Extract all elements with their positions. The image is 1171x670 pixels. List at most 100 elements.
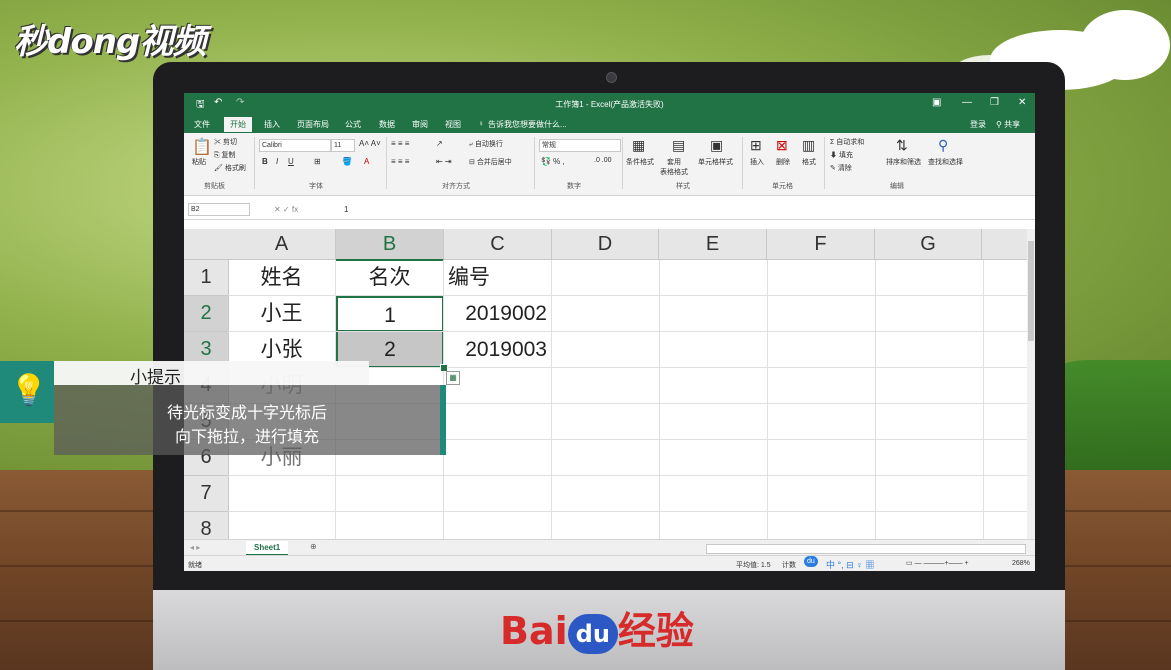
ribbon-home: 📋 粘贴 ✂ 剪切 ⎘ 复制 🖌 格式刷 剪贴板 Calibri 11 A˄ A… <box>184 133 1035 196</box>
cell-styles-button[interactable]: 单元格样式 <box>698 157 733 167</box>
tab-view[interactable]: 视图 <box>445 119 461 130</box>
select-all-corner[interactable] <box>184 229 229 260</box>
tab-data[interactable]: 数据 <box>379 119 395 130</box>
column-header-b[interactable]: B <box>336 229 444 261</box>
find-select-icon[interactable]: ⚲ <box>938 137 948 154</box>
paste-button[interactable]: 粘贴 <box>192 157 206 167</box>
table-format-button[interactable]: 套用 表格格式 <box>660 157 688 177</box>
tip-title-bar: 小提示 <box>54 361 369 388</box>
zoom-level[interactable]: 268% <box>1012 560 1030 567</box>
ribbon-display-icon[interactable]: ▣ <box>932 97 941 108</box>
ime-du-icon[interactable]: du <box>804 556 818 567</box>
delete-cells-icon[interactable]: ⊠ <box>776 137 788 154</box>
currency-icon[interactable]: 💱 % , <box>541 157 565 166</box>
row-header-1[interactable]: 1 <box>184 260 229 296</box>
wrap-text-button[interactable]: ⤶ 自动换行 <box>469 139 503 149</box>
format-cells-icon[interactable]: ▥ <box>802 137 815 154</box>
row-header-2[interactable]: 2 <box>184 296 229 332</box>
cell-b1[interactable]: 名次 <box>336 260 444 296</box>
share-button[interactable]: ⚲ 共享 <box>996 119 1020 130</box>
group-clipboard: 剪贴板 <box>204 183 225 190</box>
tab-formulas[interactable]: 公式 <box>345 119 361 130</box>
cut-button[interactable]: ✂ 剪切 <box>214 137 237 147</box>
format-painter-button[interactable]: 🖌 格式刷 <box>214 163 246 173</box>
minimize-icon[interactable]: — <box>962 97 972 108</box>
font-color-icon[interactable]: A <box>364 157 369 166</box>
underline-button[interactable]: U <box>288 157 294 166</box>
formula-input[interactable]: 1 <box>344 205 348 214</box>
delete-cells-button[interactable]: 删除 <box>776 157 790 167</box>
cell-b2[interactable]: 1 <box>336 296 444 332</box>
horizontal-scrollbar[interactable] <box>706 544 1026 554</box>
name-box[interactable]: B2 <box>188 203 250 216</box>
bold-button[interactable]: B <box>262 157 268 166</box>
clear-button[interactable]: ✎ 清除 <box>830 163 852 173</box>
column-header-a[interactable]: A <box>228 229 336 260</box>
insert-cells-button[interactable]: 插入 <box>750 157 764 167</box>
maximize-icon[interactable]: ❐ <box>990 97 999 108</box>
font-name-select[interactable]: Calibri <box>259 139 331 152</box>
cell-c1[interactable]: 编号 <box>444 260 552 296</box>
sort-filter-button[interactable]: 排序和筛选 <box>886 157 921 167</box>
tell-me-icon: ♀ <box>478 119 484 128</box>
decimal-icon[interactable]: .0 .00 <box>594 157 612 164</box>
number-format-select[interactable]: 常规 <box>539 139 621 152</box>
group-styles: 样式 <box>676 183 690 190</box>
tab-page-layout[interactable]: 页面布局 <box>297 119 329 130</box>
tab-file[interactable]: 文件 <box>194 119 210 130</box>
tip-lightbulb-panel: 💡 <box>0 361 54 423</box>
column-header-h[interactable] <box>982 229 1028 260</box>
copy-button[interactable]: ⎘ 复制 <box>214 150 236 160</box>
column-header-f[interactable]: F <box>767 229 875 260</box>
autosum-button[interactable]: Σ 自动求和 <box>830 137 864 147</box>
conditional-format-icon[interactable]: ▦ <box>632 137 645 154</box>
sort-filter-icon[interactable]: ⇅ <box>896 137 908 154</box>
add-sheet-icon[interactable]: ⊕ <box>310 542 317 551</box>
group-alignment: 对齐方式 <box>442 183 470 190</box>
login-link[interactable]: 登录 <box>970 119 986 130</box>
column-header-e[interactable]: E <box>659 229 767 260</box>
row-header-7[interactable]: 7 <box>184 476 229 512</box>
cell-a1[interactable]: 姓名 <box>228 260 336 296</box>
indent-icon[interactable]: ⇤ ⇥ <box>436 157 452 166</box>
border-icon[interactable]: ⊞ <box>314 157 321 166</box>
fill-button[interactable]: ⬇ 填充 <box>830 150 853 160</box>
sheet-nav-icon[interactable]: ◂ ▸ <box>190 543 200 552</box>
tab-insert[interactable]: 插入 <box>264 119 280 130</box>
orientation-icon[interactable]: ↗ <box>436 139 443 148</box>
quick-analysis-icon[interactable]: ▦ <box>446 371 460 385</box>
conditional-format-button[interactable]: 条件格式 <box>626 157 654 167</box>
italic-button[interactable]: I <box>276 157 278 166</box>
align-top-icon[interactable]: ≡ ≡ ≡ <box>391 139 409 148</box>
font-size-select[interactable]: 11 <box>331 139 355 152</box>
table-format-icon[interactable]: ▤ <box>672 137 685 154</box>
column-header-g[interactable]: G <box>875 229 982 260</box>
close-icon[interactable]: ✕ <box>1018 97 1026 108</box>
tab-home[interactable]: 开始 <box>224 117 252 132</box>
ime-toolbar-icons[interactable]: 中 °, ⊟ ♀ ▦ <box>826 558 874 571</box>
insert-cells-icon[interactable]: ⊞ <box>750 137 762 154</box>
format-cells-button[interactable]: 格式 <box>802 157 816 167</box>
tell-me-box[interactable]: 告诉我您想要做什么... <box>488 119 567 130</box>
zoom-slider[interactable]: ▭ — ———+—— + <box>906 559 969 567</box>
fill-color-icon[interactable]: 🪣 <box>342 157 352 166</box>
cell-a2[interactable]: 小王 <box>228 296 336 332</box>
find-select-button[interactable]: 查找和选择 <box>928 157 963 167</box>
cell-styles-icon[interactable]: ▣ <box>710 137 723 154</box>
merge-center-button[interactable]: ⊟ 合并后居中 <box>469 157 512 167</box>
cell-c2[interactable]: 2019002 <box>444 296 552 332</box>
cell-c3[interactable]: 2019003 <box>444 332 552 368</box>
align-left-icon[interactable]: ≡ ≡ ≡ <box>391 157 409 166</box>
sheet-tab-sheet1[interactable]: Sheet1 <box>246 541 289 556</box>
paste-icon[interactable]: 📋 <box>192 137 212 157</box>
vertical-scrollbar[interactable] <box>1027 229 1035 539</box>
column-header-c[interactable]: C <box>444 229 552 260</box>
tab-review[interactable]: 审阅 <box>412 119 428 130</box>
column-header-d[interactable]: D <box>552 229 659 260</box>
camera-icon <box>606 72 617 83</box>
lightbulb-icon: 💡 <box>10 373 48 408</box>
formula-icons[interactable]: ✕ ✓ fx <box>274 205 298 214</box>
title-bar: 🖫 ↶ ↷ 工作簿1 - Excel(产品激活失败) ▣ — ❐ ✕ <box>184 93 1035 115</box>
tip-accent-bar <box>440 385 446 455</box>
font-grow-icon[interactable]: A˄ A˅ <box>359 139 381 148</box>
